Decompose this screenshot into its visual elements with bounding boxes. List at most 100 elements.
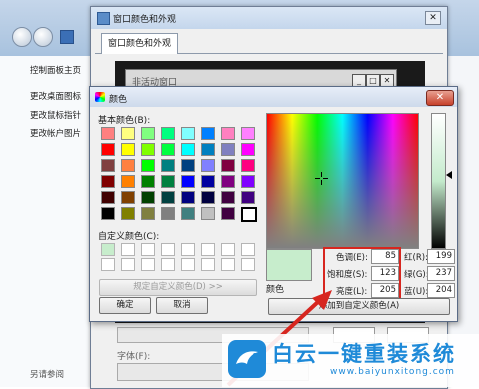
basic-color-swatch[interactable]	[221, 191, 235, 204]
custom-color-swatch[interactable]	[161, 243, 175, 256]
basic-color-swatch[interactable]	[221, 127, 235, 140]
custom-color-swatch[interactable]	[181, 243, 195, 256]
custom-color-swatch[interactable]	[101, 258, 115, 271]
basic-color-swatch[interactable]	[241, 159, 255, 172]
basic-color-swatch[interactable]	[161, 127, 175, 140]
basic-color-swatch[interactable]	[121, 159, 135, 172]
ok-button[interactable]: 确定	[99, 297, 151, 314]
sidebar-item-mouse-pointer[interactable]: 更改鼠标指针	[30, 109, 81, 121]
basic-color-swatch[interactable]	[201, 159, 215, 172]
color-dialog-titlebar: 颜色 ✕	[90, 87, 457, 107]
custom-color-swatch[interactable]	[221, 258, 235, 271]
sidebar-item-desktop-icons[interactable]: 更改桌面图标	[30, 90, 81, 102]
basic-color-swatch[interactable]	[141, 207, 155, 220]
custom-color-swatch[interactable]	[201, 258, 215, 271]
control-panel-icon	[60, 30, 74, 44]
sidebar	[0, 56, 92, 387]
close-icon[interactable]: ✕	[426, 90, 454, 106]
cancel-button[interactable]: 取消	[156, 297, 208, 314]
basic-color-swatch[interactable]	[201, 207, 215, 220]
basic-color-swatch[interactable]	[141, 143, 155, 156]
basic-color-swatch[interactable]	[121, 143, 135, 156]
basic-color-swatch[interactable]	[101, 207, 115, 220]
custom-color-swatch[interactable]	[241, 258, 255, 271]
basic-color-swatch[interactable]	[121, 207, 135, 220]
red-field[interactable]: 199	[427, 249, 455, 264]
basic-color-swatch[interactable]	[181, 143, 195, 156]
custom-color-swatch[interactable]	[241, 243, 255, 256]
palette-icon	[95, 92, 105, 102]
basic-color-swatch[interactable]	[181, 159, 195, 172]
custom-color-swatch[interactable]	[121, 243, 135, 256]
basic-color-swatch[interactable]	[121, 175, 135, 188]
basic-color-swatch[interactable]	[181, 207, 195, 220]
sidebar-item-home[interactable]: 控制面板主页	[30, 64, 81, 76]
custom-colors-label: 自定义颜色(C):	[98, 232, 160, 242]
custom-color-swatch[interactable]	[101, 243, 115, 256]
basic-color-swatch[interactable]	[181, 175, 195, 188]
green-field[interactable]: 237	[427, 266, 455, 281]
custom-colors-grid	[101, 243, 261, 273]
custom-color-swatch[interactable]	[221, 243, 235, 256]
color-solid-preview	[266, 249, 312, 281]
color-spectrum[interactable]	[266, 113, 419, 249]
font-label: 字体(F):	[117, 352, 151, 362]
luminosity-slider[interactable]	[431, 113, 446, 249]
basic-color-swatch[interactable]	[241, 175, 255, 188]
appearance-title: 窗口颜色和外观	[113, 15, 177, 25]
basic-color-swatch[interactable]	[241, 143, 255, 156]
basic-color-swatch[interactable]	[181, 191, 195, 204]
basic-color-swatch[interactable]	[221, 207, 235, 220]
basic-color-swatch[interactable]	[141, 175, 155, 188]
basic-color-swatch[interactable]	[221, 175, 235, 188]
sidebar-item-account-picture[interactable]: 更改帐户图片	[30, 127, 81, 139]
custom-color-swatch[interactable]	[141, 243, 155, 256]
basic-color-swatch[interactable]	[101, 143, 115, 156]
basic-color-swatch[interactable]	[141, 127, 155, 140]
see-also-label: 另请参阅	[30, 370, 65, 380]
basic-color-swatch[interactable]	[161, 207, 175, 220]
crosshair-icon[interactable]	[315, 172, 328, 185]
basic-color-swatch[interactable]	[141, 159, 155, 172]
custom-color-swatch[interactable]	[121, 258, 135, 271]
forward-button[interactable]	[33, 27, 53, 47]
basic-color-swatch[interactable]	[101, 159, 115, 172]
basic-color-swatch[interactable]	[141, 191, 155, 204]
basic-color-swatch[interactable]	[241, 191, 255, 204]
appearance-window-icon	[97, 12, 110, 25]
basic-color-swatch[interactable]	[101, 175, 115, 188]
close-icon[interactable]: ✕	[425, 11, 441, 25]
basic-color-swatch[interactable]	[121, 191, 135, 204]
back-button[interactable]	[12, 27, 32, 47]
appearance-titlebar: 窗口颜色和外观 ✕	[91, 7, 447, 29]
basic-color-swatch[interactable]	[201, 143, 215, 156]
color-dialog: 颜色 ✕ 基本颜色(B): 自定义颜色(C): 规定自定义颜色(D) >> 确定…	[89, 86, 458, 322]
custom-color-swatch[interactable]	[161, 258, 175, 271]
brand-name: 白云一键重装系统	[272, 342, 456, 366]
basic-color-swatch[interactable]	[241, 127, 255, 140]
basic-color-swatch[interactable]	[101, 191, 115, 204]
basic-color-swatch[interactable]	[221, 143, 235, 156]
basic-color-swatch[interactable]	[201, 175, 215, 188]
bird-logo-icon	[228, 340, 266, 378]
basic-color-swatch[interactable]	[201, 127, 215, 140]
basic-color-swatch[interactable]	[161, 159, 175, 172]
basic-color-swatch[interactable]	[101, 127, 115, 140]
blue-field[interactable]: 204	[427, 283, 455, 298]
basic-color-swatch[interactable]	[161, 175, 175, 188]
green-label: 绿(G):	[404, 270, 429, 280]
basic-colors-label: 基本颜色(B):	[98, 116, 151, 126]
luminosity-arrow-icon[interactable]	[446, 171, 452, 179]
basic-color-swatch[interactable]	[161, 191, 175, 204]
basic-color-swatch[interactable]	[161, 143, 175, 156]
custom-color-swatch[interactable]	[201, 243, 215, 256]
basic-color-swatch[interactable]	[121, 127, 135, 140]
tab-bar: 窗口颜色和外观	[95, 31, 443, 54]
basic-color-swatch[interactable]	[201, 191, 215, 204]
basic-color-swatch[interactable]	[221, 159, 235, 172]
tab-window-color[interactable]: 窗口颜色和外观	[101, 33, 179, 54]
custom-color-swatch[interactable]	[181, 258, 195, 271]
basic-color-swatch[interactable]	[181, 127, 195, 140]
basic-color-swatch[interactable]	[241, 207, 257, 222]
custom-color-swatch[interactable]	[141, 258, 155, 271]
